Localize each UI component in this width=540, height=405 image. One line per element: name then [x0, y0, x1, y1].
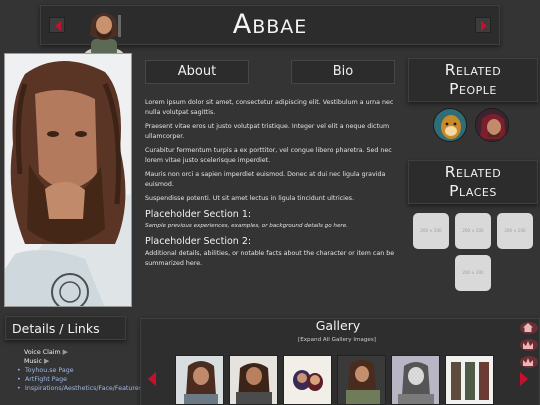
related-place-placeholder[interactable]: 200 × 200 [497, 213, 533, 249]
crown-icon[interactable] [523, 341, 533, 349]
music-row[interactable]: Music ▶ [16, 357, 144, 366]
related-place-placeholder[interactable]: 200 × 200 [455, 213, 491, 249]
gallery-thumbnail[interactable] [283, 355, 332, 405]
crown-icon[interactable] [523, 358, 533, 366]
link-inspirations[interactable]: Inspirations/Aesthetics/Face/Features [16, 384, 144, 393]
related-people-title-line1: Related [444, 61, 502, 79]
tab-about[interactable]: About [145, 60, 249, 84]
related-places-header: Related Places [408, 160, 538, 204]
related-person-avatar[interactable] [475, 108, 509, 142]
section-2-text: Additional details, abilities, or notabl… [145, 250, 395, 267]
gallery-thumbnail[interactable] [391, 355, 440, 405]
gallery-arrow-left-icon[interactable] [147, 372, 157, 386]
gallery-thumbnail[interactable] [229, 355, 278, 405]
related-place-placeholder[interactable]: 200 × 200 [413, 213, 449, 249]
gallery-arrow-right-icon[interactable] [519, 372, 529, 386]
voice-claim-label: Voice Claim [24, 349, 61, 356]
music-label: Music [24, 358, 42, 365]
related-people-title-line2: People [449, 80, 497, 98]
bio-paragraph: Curabitur fermentum turpis a ex porttito… [145, 147, 392, 164]
bio-paragraph: Mauris non orci a sapien imperdiet euism… [145, 171, 386, 188]
gallery-title: Gallery [315, 318, 361, 333]
related-place-placeholder[interactable]: 200 × 200 [455, 255, 491, 291]
related-places-title-line1: Related [444, 163, 502, 181]
related-person-avatar[interactable] [433, 108, 467, 142]
related-people-header: Related People [408, 58, 538, 102]
tab-bio[interactable]: Bio [291, 60, 395, 84]
bio-content: Lorem ipsum dolor sit amet, consectetur … [145, 98, 397, 273]
section-1-text: Sample previous experiences, examples, o… [145, 222, 348, 229]
gallery-thumbnail[interactable] [445, 355, 494, 405]
section-2-heading: Placeholder Section 2: [145, 236, 252, 247]
section-1-heading: Placeholder Section 1: [145, 208, 252, 220]
play-icon[interactable]: ▶ [44, 357, 49, 365]
related-places-title-line2: Places [449, 182, 497, 200]
link-toyhouse[interactable]: Toyhou.se Page [16, 366, 144, 375]
arrow-right-icon [481, 21, 487, 31]
bio-paragraph: Praesent vitae eros ut justo volutpat tr… [145, 123, 390, 140]
gallery-expand-link[interactable]: [Expand All Gallery Images] [271, 337, 403, 343]
play-icon[interactable]: ▶ [63, 348, 68, 356]
details-links: Voice Claim ▶ Music ▶ Toyhou.se Page Art… [16, 348, 144, 393]
details-title: Details / Links [12, 321, 100, 336]
gallery-thumbnail[interactable] [337, 355, 386, 405]
character-portrait [4, 53, 132, 307]
home-icon[interactable] [523, 323, 533, 332]
bio-paragraph: Lorem ipsum dolor sit amet, consectetur … [145, 99, 394, 116]
bio-paragraph: Suspendisse potenti. Ut sit amet lectus … [145, 195, 355, 202]
voice-claim-row[interactable]: Voice Claim ▶ [16, 348, 144, 357]
link-artfight[interactable]: ArtFight Page [16, 375, 144, 384]
gallery-thumbnail[interactable] [175, 355, 224, 405]
next-character-button[interactable] [475, 17, 491, 33]
